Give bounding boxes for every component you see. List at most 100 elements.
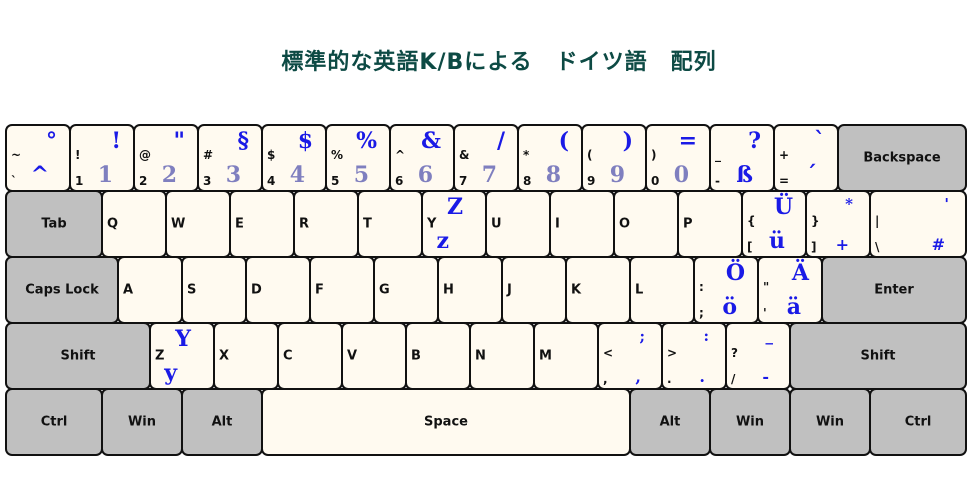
key-letter: P	[683, 216, 693, 232]
key-o[interactable]: O	[613, 190, 679, 258]
key-4[interactable]: $4 $4	[261, 124, 327, 192]
us-shift-char: ~	[11, 148, 22, 162]
key-e[interactable]: E	[229, 190, 295, 258]
key-9[interactable]: (9) 9	[581, 124, 647, 192]
key-letter: O	[619, 216, 631, 232]
german-base-char: ,	[635, 367, 641, 386]
german-base-char: ß	[736, 162, 753, 188]
key-q[interactable]: Q	[101, 190, 167, 258]
german-shift-char: °	[46, 128, 57, 154]
key-r[interactable]: R	[293, 190, 359, 258]
key-letter: F	[315, 282, 324, 298]
us-base-char: 2	[139, 174, 148, 188]
key-letter: W	[171, 216, 186, 232]
key-h[interactable]: H	[437, 256, 503, 324]
us-shift-char: )	[651, 148, 657, 162]
key-minus[interactable]: _ -? ß	[709, 124, 775, 192]
key-z[interactable]: ZYy	[149, 322, 215, 390]
us-base-char: 0	[651, 174, 660, 188]
key-ralt[interactable]: Alt	[629, 388, 711, 456]
key-1[interactable]: ! 1! 1	[69, 124, 135, 192]
key-rshift[interactable]: Shift	[789, 322, 967, 390]
key-x[interactable]: X	[213, 322, 279, 390]
key-k[interactable]: K	[565, 256, 631, 324]
key-v[interactable]: V	[341, 322, 407, 390]
german-base-char: ö	[722, 294, 737, 320]
us-shift-char: %	[331, 148, 344, 162]
key-t[interactable]: T	[357, 190, 423, 258]
key-d[interactable]: D	[245, 256, 311, 324]
german-base-char: +	[835, 235, 849, 254]
key-tab[interactable]: Tab	[5, 190, 103, 258]
key-letter: M	[539, 348, 552, 364]
key-grave[interactable]: ~ ` ° ^	[5, 124, 71, 192]
key-letter: L	[635, 282, 644, 298]
key-lalt[interactable]: Alt	[181, 388, 263, 456]
key-letter: D	[251, 282, 262, 298]
german-base-char: ü	[769, 228, 785, 254]
key-rctrl[interactable]: Ctrl	[869, 388, 967, 456]
key-rbracket[interactable]: }] * +	[805, 190, 871, 258]
german-shift-char: :	[703, 327, 709, 345]
key-u[interactable]: U	[485, 190, 551, 258]
key-space[interactable]: Space	[261, 388, 631, 456]
key-w[interactable]: W	[165, 190, 231, 258]
key-y[interactable]: YZz	[421, 190, 487, 258]
key-8[interactable]: * 8 (8	[517, 124, 583, 192]
german-base-char: z	[436, 228, 450, 254]
key-s[interactable]: S	[181, 256, 247, 324]
key-0[interactable]: ) 0 = 0	[645, 124, 711, 192]
us-shift-char: *	[523, 148, 530, 162]
german-shift-char: Ü	[773, 194, 793, 220]
key-period[interactable]: >.:.	[661, 322, 727, 390]
us-base-char: 4	[267, 174, 276, 188]
key-2[interactable]: @2 " 2	[133, 124, 199, 192]
key-3[interactable]: #3 § 3	[197, 124, 263, 192]
key-backslash[interactable]: | \ ' #	[869, 190, 967, 258]
key-slash[interactable]: ? / _ -	[725, 322, 791, 390]
key-l[interactable]: L	[629, 256, 695, 324]
key-p[interactable]: P	[677, 190, 743, 258]
key-7[interactable]: & 7/7	[453, 124, 519, 192]
german-shift-char: Y	[175, 326, 191, 352]
german-base-char: 1	[97, 162, 113, 188]
key-comma[interactable]: <,;,	[597, 322, 663, 390]
key-rwin[interactable]: Win	[709, 388, 791, 456]
german-shift-char: ?	[748, 128, 761, 154]
key-lwin[interactable]: Win	[101, 388, 183, 456]
key-equal[interactable]: + = ` ´	[773, 124, 839, 192]
key-rwin2[interactable]: Win	[789, 388, 871, 456]
key-semicolon[interactable]: :; Öö	[693, 256, 759, 324]
key-lctrl[interactable]: Ctrl	[5, 388, 103, 456]
key-f[interactable]: F	[309, 256, 375, 324]
key-b[interactable]: B	[405, 322, 471, 390]
key-capslock[interactable]: Caps Lock	[5, 256, 119, 324]
key-lbracket[interactable]: {[Üü	[741, 190, 807, 258]
key-6[interactable]: ^ 6 & 6	[389, 124, 455, 192]
us-base-char: \	[875, 240, 880, 254]
key-label: Alt	[659, 414, 681, 430]
us-base-char: 6	[395, 174, 404, 188]
key-m[interactable]: M	[533, 322, 599, 390]
key-5[interactable]: % 5% 5	[325, 124, 391, 192]
key-n[interactable]: N	[469, 322, 535, 390]
german-shift-char: Ö	[725, 260, 745, 286]
german-base-char: 3	[225, 162, 241, 188]
german-base-char: #	[931, 235, 945, 254]
key-backspace[interactable]: Backspace	[837, 124, 967, 192]
us-base-char: ,	[603, 372, 608, 386]
key-enter[interactable]: Enter	[821, 256, 967, 324]
german-shift-char: &	[421, 128, 441, 154]
key-c[interactable]: C	[277, 322, 343, 390]
us-shift-char: +	[779, 148, 790, 162]
german-base-char: 4	[289, 162, 305, 188]
key-g[interactable]: G	[373, 256, 439, 324]
us-base-char: 7	[459, 174, 468, 188]
key-a[interactable]: A	[117, 256, 183, 324]
key-letter: E	[235, 216, 244, 232]
german-shift-char: )	[622, 128, 633, 154]
key-i[interactable]: I	[549, 190, 615, 258]
key-j[interactable]: J	[501, 256, 567, 324]
key-quote[interactable]: " ' Ää	[757, 256, 823, 324]
key-lshift[interactable]: Shift	[5, 322, 151, 390]
